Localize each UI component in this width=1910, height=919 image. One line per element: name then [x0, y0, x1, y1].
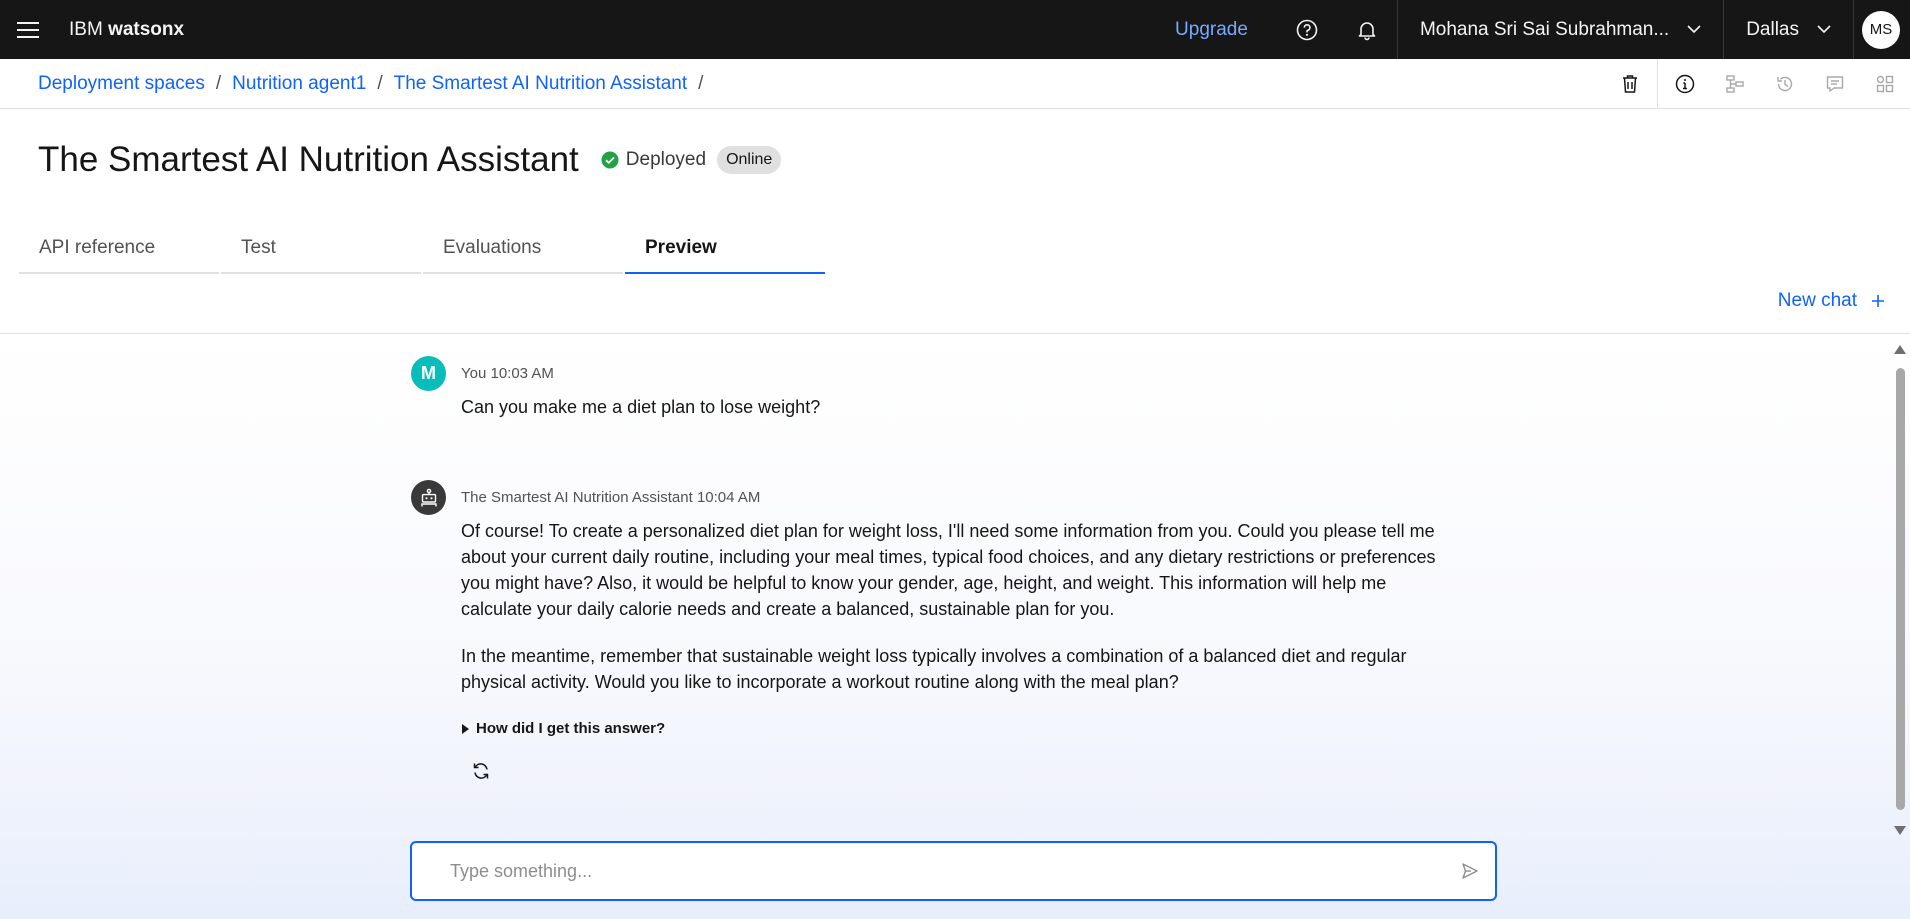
upgrade-link[interactable]: Upgrade — [1146, 19, 1277, 41]
new-chat-button[interactable]: New chat — [1778, 290, 1885, 312]
information-icon[interactable] — [1660, 59, 1710, 109]
breadcrumb-bar: Deployment spaces / Nutrition agent1 / T… — [0, 58, 1910, 109]
tab-list: API reference Test Evaluations Preview — [19, 232, 827, 274]
caret-right-icon — [462, 723, 469, 734]
message-time: 10:04 AM — [696, 489, 761, 506]
status-label: Deployed — [625, 149, 707, 170]
checkmark-filled-icon — [601, 151, 619, 169]
add-icon — [1872, 295, 1884, 307]
top-navigation-bar: IBM watsonx Upgrade Mohana Sri Sai Subra… — [0, 0, 1910, 59]
message-paragraph: Can you make me a diet plan to lose weig… — [461, 397, 821, 417]
message-meta: The Smartest AI Nutrition Assistant 10:0… — [461, 480, 1451, 506]
scroll-down-arrow[interactable] — [1894, 826, 1906, 835]
tab-api-reference[interactable]: API reference — [19, 232, 219, 274]
comment-icon — [1810, 59, 1860, 109]
breadcrumb-nutrition-agent[interactable]: Nutrition agent1 — [232, 73, 366, 95]
message-author: You — [461, 365, 487, 382]
answer-explanation-toggle[interactable]: How did I get this answer? — [461, 720, 1451, 737]
new-chat-label: New chat — [1777, 290, 1857, 311]
workflow-icon — [1710, 59, 1760, 109]
tab-test[interactable]: Test — [221, 232, 421, 274]
message-paragraph: Of course! To create a personalized diet… — [461, 521, 1436, 619]
chevron-down-icon — [1817, 25, 1831, 34]
breadcrumb-separator: / — [698, 72, 704, 94]
message-text: Of course! To create a personalized diet… — [461, 518, 1451, 695]
trash-icon[interactable] — [1605, 59, 1655, 109]
user-message: M You 10:03 AM Can you make me a diet pl… — [411, 356, 1451, 420]
answer-explanation-label: How did I get this answer? — [476, 720, 666, 737]
chat-panel: M You 10:03 AM Can you make me a diet pl… — [0, 333, 1910, 919]
user-message-avatar: M — [411, 356, 446, 391]
scrollbar-thumb[interactable] — [1896, 368, 1905, 810]
breadcrumb-deployment-spaces[interactable]: Deployment spaces — [38, 73, 205, 95]
send-icon[interactable] — [1445, 843, 1495, 899]
notification-bell-icon[interactable] — [1337, 0, 1397, 59]
message-meta: You 10:03 AM — [461, 356, 1451, 382]
divider — [1657, 58, 1658, 109]
message-text: Can you make me a diet plan to lose weig… — [461, 394, 1451, 420]
robot-icon — [411, 480, 446, 515]
breadcrumb-assistant[interactable]: The Smartest AI Nutrition Assistant — [394, 73, 688, 95]
chat-scrollbar[interactable] — [1890, 342, 1910, 838]
account-name: Mohana Sri Sai Subrahman... — [1419, 18, 1670, 40]
breadcrumb: Deployment spaces / Nutrition agent1 / T… — [38, 73, 714, 95]
product-brand[interactable]: IBM watsonx — [69, 19, 184, 41]
page-title: The Smartest AI Nutrition Assistant — [38, 140, 579, 179]
scroll-up-arrow[interactable] — [1894, 345, 1906, 354]
history-icon — [1760, 59, 1810, 109]
divider — [1853, 0, 1854, 59]
account-switcher[interactable]: Mohana Sri Sai Subrahman... — [1398, 0, 1723, 59]
regenerate-icon[interactable] — [467, 757, 495, 785]
message-author: The Smartest AI Nutrition Assistant — [461, 489, 693, 506]
assistant-message: The Smartest AI Nutrition Assistant 10:0… — [411, 480, 1451, 785]
message-paragraph: In the meantime, remember that sustainab… — [461, 646, 1407, 692]
breadcrumb-separator: / — [377, 72, 383, 94]
user-avatar[interactable]: MS — [1862, 10, 1900, 49]
chat-input[interactable] — [412, 843, 1445, 899]
chat-input-box — [410, 841, 1497, 901]
apps-icon — [1860, 59, 1910, 109]
status-badge: Online — [717, 146, 782, 174]
deployment-status: Deployed — [601, 149, 706, 171]
tab-preview[interactable]: Preview — [625, 232, 825, 274]
menu-icon[interactable] — [0, 0, 55, 59]
help-icon[interactable] — [1277, 0, 1337, 59]
page-header: The Smartest AI Nutrition Assistant Depl… — [38, 140, 782, 180]
message-time: 10:03 AM — [490, 365, 554, 382]
region-switcher[interactable]: Dallas — [1724, 0, 1853, 59]
breadcrumb-separator: / — [215, 72, 222, 94]
region-name: Dallas — [1746, 18, 1799, 40]
chevron-down-icon — [1687, 25, 1701, 34]
tab-evaluations[interactable]: Evaluations — [423, 232, 623, 274]
